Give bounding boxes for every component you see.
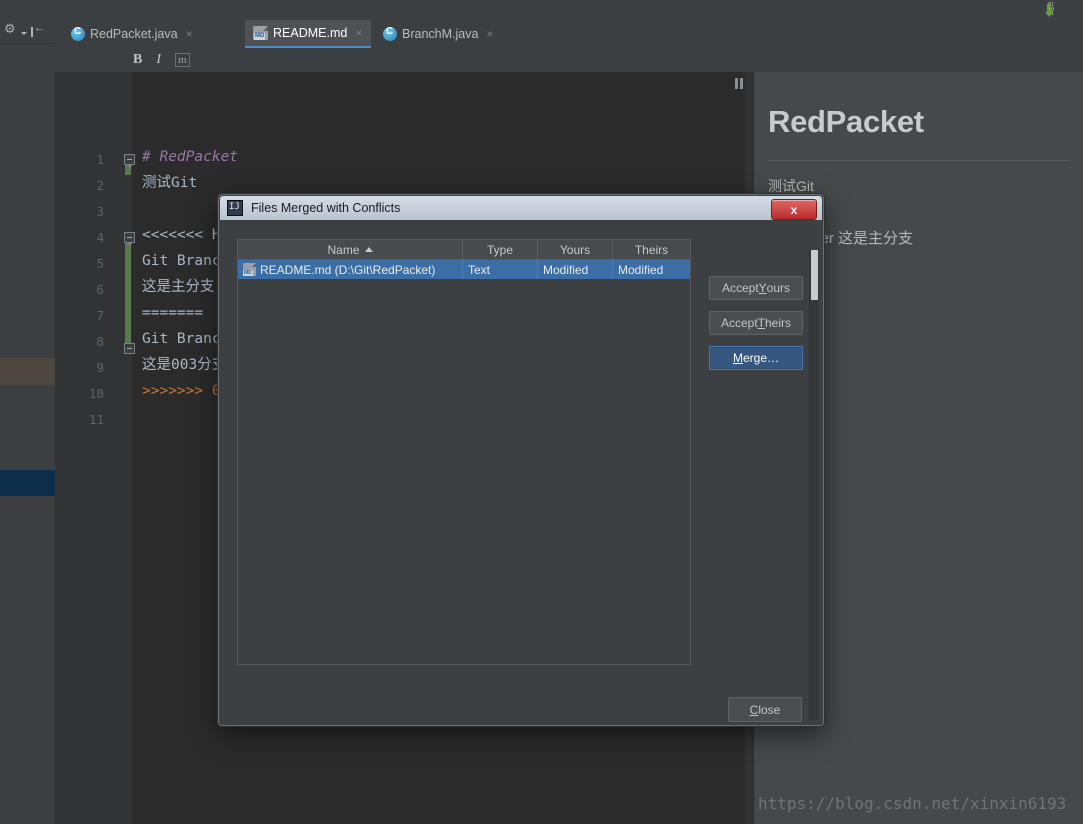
- close-icon[interactable]: ×: [355, 26, 362, 40]
- dialog-title: Files Merged with Conflicts: [251, 201, 400, 215]
- button-mnemonic: C: [750, 703, 759, 717]
- split-editor-icon[interactable]: [733, 78, 745, 90]
- watermark-text: https://blog.csdn.net/xinxin6193: [758, 794, 1066, 813]
- intellij-icon: [227, 200, 243, 216]
- marker-stripe-selected: [0, 470, 55, 496]
- button-mnemonic: M: [733, 351, 743, 365]
- preview-title: RedPacket: [768, 104, 924, 140]
- code-line: 测试Git: [142, 170, 197, 196]
- ide-window: 01 10 01 RedPacket.java × README.md ×: [0, 0, 1083, 824]
- code-line: 这是主分支: [142, 274, 215, 300]
- close-icon[interactable]: ×: [186, 27, 193, 41]
- line-number: 3: [96, 204, 104, 219]
- column-header-type[interactable]: Type: [463, 240, 538, 260]
- close-button[interactable]: Close: [728, 697, 802, 722]
- close-icon[interactable]: ×: [486, 27, 493, 41]
- preview-paragraph: 测试Git: [768, 176, 814, 196]
- line-number: 5: [96, 256, 104, 271]
- column-header-theirs[interactable]: Theirs: [613, 240, 690, 260]
- dialog-body: Name Type Yours Theirs: [220, 220, 822, 724]
- line-number: 6: [96, 282, 104, 297]
- vcs-change-marker[interactable]: [125, 232, 131, 352]
- button-mnemonic: Y: [759, 281, 767, 295]
- close-icon[interactable]: x: [771, 199, 817, 220]
- button-label-post: erge…: [743, 351, 779, 365]
- chevron-down-icon[interactable]: [21, 32, 27, 35]
- bold-button[interactable]: B: [133, 52, 142, 68]
- editor-gutter: 1 2 3 4 5 6 7 8 9 10 11: [55, 72, 132, 824]
- line-number: 2: [96, 178, 104, 193]
- column-label: Type: [487, 243, 513, 257]
- code-line: =======: [142, 300, 203, 326]
- dialog-scrollbar[interactable]: [809, 250, 819, 720]
- preview-divider: [768, 160, 1070, 161]
- sort-asc-icon: [365, 247, 373, 252]
- java-class-icon: [383, 27, 397, 41]
- left-tool-column: [0, 20, 56, 824]
- top-status-bar: 01 10 01: [0, 0, 1083, 20]
- scrollbar-thumb[interactable]: [811, 250, 818, 300]
- collapse-all-icon[interactable]: [31, 26, 43, 38]
- column-header-yours[interactable]: Yours: [538, 240, 613, 260]
- cell-theirs: Modified: [613, 260, 690, 279]
- java-class-icon: [71, 27, 85, 41]
- column-label: Yours: [560, 243, 590, 257]
- marker-stripe-modified: [0, 358, 55, 385]
- column-header-name[interactable]: Name: [238, 240, 463, 260]
- cell-type: Text: [463, 260, 538, 279]
- table-row[interactable]: README.md (D:\Git\RedPacket) Text Modifi…: [238, 260, 690, 279]
- download-indicator[interactable]: 01 10 01: [1047, 2, 1077, 18]
- line-number: 7: [96, 308, 104, 323]
- tab-label: README.md: [273, 26, 347, 40]
- accept-yours-button[interactable]: Accept Yours: [709, 276, 803, 300]
- conflicts-table[interactable]: Name Type Yours Theirs: [237, 239, 691, 665]
- button-label-post: lose: [758, 703, 780, 717]
- column-label: Theirs: [635, 243, 668, 257]
- line-number: 8: [96, 334, 104, 349]
- merge-button[interactable]: Merge…: [709, 346, 803, 370]
- markdown-format-toolbar: B I m: [55, 48, 1083, 73]
- table-header-row: Name Type Yours Theirs: [238, 240, 690, 260]
- markdown-file-icon: [253, 26, 268, 40]
- left-toolbar: [0, 20, 55, 44]
- tab-redpacket-java[interactable]: RedPacket.java ×: [63, 20, 181, 48]
- line-number: 10: [89, 386, 104, 401]
- button-label-post: heirs: [765, 316, 791, 330]
- accept-theirs-button[interactable]: Accept Theirs: [709, 311, 803, 335]
- code-span-button[interactable]: m: [175, 53, 190, 67]
- button-label-pre: Accept: [721, 316, 758, 330]
- line-number: 9: [96, 360, 104, 375]
- button-label-pre: Accept: [722, 281, 759, 295]
- code-line: 这是003分支: [142, 352, 226, 378]
- line-number: 1: [96, 152, 104, 167]
- files-merged-with-conflicts-dialog[interactable]: Files Merged with Conflicts x Name Type …: [218, 194, 824, 726]
- editor-tab-bar: RedPacket.java × README.md × BranchM.jav…: [55, 20, 1083, 49]
- tab-branchm-java[interactable]: BranchM.java ×: [375, 20, 495, 48]
- cell-text: Text: [468, 263, 490, 277]
- markdown-file-icon: [243, 263, 256, 276]
- line-number: 4: [96, 230, 104, 245]
- line-number: 11: [89, 412, 104, 427]
- cell-text: Modified: [618, 263, 663, 277]
- cell-name: README.md (D:\Git\RedPacket): [238, 260, 463, 279]
- button-label-post: ours: [767, 281, 790, 295]
- column-label: Name: [327, 243, 359, 257]
- dialog-title-bar[interactable]: Files Merged with Conflicts x: [220, 196, 822, 220]
- tab-label: BranchM.java: [402, 27, 478, 41]
- cell-text: Modified: [543, 263, 588, 277]
- cell-yours: Modified: [538, 260, 613, 279]
- code-line: # RedPacket: [142, 144, 238, 170]
- cell-text: README.md (D:\Git\RedPacket): [260, 263, 435, 277]
- tab-readme-md[interactable]: README.md ×: [245, 20, 371, 48]
- gear-icon[interactable]: [4, 25, 17, 38]
- button-mnemonic: T: [758, 316, 765, 330]
- tab-label: RedPacket.java: [90, 27, 178, 41]
- italic-button[interactable]: I: [156, 52, 161, 68]
